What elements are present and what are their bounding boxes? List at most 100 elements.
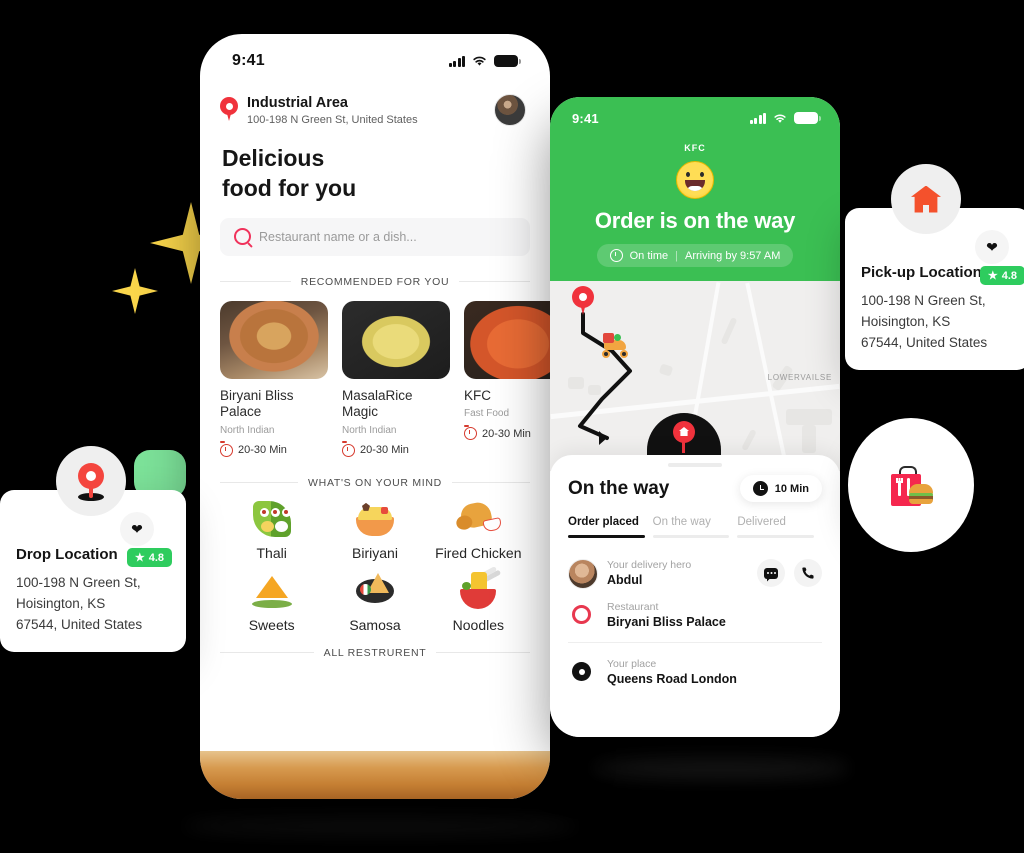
location-header[interactable]: Industrial Area 100-198 N Green St, Unit… bbox=[200, 82, 550, 130]
cuisine-label: Noodles bbox=[452, 616, 505, 633]
delivery-map[interactable]: LOWERVAILSE bbox=[550, 281, 840, 471]
cuisine-item[interactable]: Sweets bbox=[220, 571, 323, 633]
eta-text: Arriving by 9:57 AM bbox=[685, 249, 781, 262]
cuisine-item[interactable]: Biriyani bbox=[323, 499, 426, 561]
chat-button[interactable] bbox=[757, 559, 785, 587]
tab-indicator bbox=[737, 535, 815, 538]
location-title: Industrial Area bbox=[247, 95, 348, 111]
biriyani-bowl-icon bbox=[352, 499, 398, 539]
status-badge: ★ 4.8 bbox=[126, 548, 172, 567]
delivery-time-text: 20-30 Min bbox=[238, 444, 287, 457]
home-icon bbox=[891, 164, 961, 234]
sparkle-small-icon bbox=[112, 268, 158, 314]
phone-call-icon bbox=[802, 567, 814, 579]
hero-line-2: food for you bbox=[222, 175, 357, 202]
status-badge: ★ 4.8 bbox=[979, 266, 1024, 285]
search-container: Restaurant name or a dish... bbox=[200, 204, 550, 256]
restaurant-card[interactable]: KFC Fast Food 20-30 Min bbox=[463, 300, 550, 457]
cuisine-label: Sweets bbox=[248, 616, 295, 633]
tab-label: On the way bbox=[652, 516, 711, 528]
delivery-hero-row: Your delivery hero Abdul bbox=[568, 552, 822, 594]
recommended-section-header: RECOMMENDED FOR YOU bbox=[200, 276, 550, 288]
search-icon bbox=[234, 228, 251, 246]
address-line-1: 100-198 N Green St, bbox=[16, 575, 141, 590]
restaurant-image bbox=[220, 300, 328, 379]
tab-delivered[interactable]: Delivered bbox=[737, 516, 822, 538]
battery-icon bbox=[794, 112, 821, 124]
your-place-row: Your place Queens Road London bbox=[568, 651, 822, 693]
heart-icon[interactable]: ❤ bbox=[975, 230, 1009, 264]
tab-on-the-way[interactable]: On the way bbox=[652, 516, 738, 538]
cuisine-item[interactable]: Samosa bbox=[323, 571, 426, 633]
address-line-3: 67544, United States bbox=[16, 616, 143, 632]
tracking-bottom-sheet: On the way 10 Min Order placed On the wa… bbox=[550, 455, 840, 737]
cuisine-item[interactable]: Thali bbox=[220, 499, 323, 561]
clock-icon bbox=[219, 441, 233, 457]
avatar[interactable] bbox=[494, 94, 526, 127]
cuisine-label: Samosa bbox=[349, 616, 401, 633]
battery-icon bbox=[494, 55, 521, 67]
restaurant-banner-image bbox=[200, 751, 550, 799]
pickup-location-card[interactable]: ❤ ★ 4.8 Pick-up Location 100-198 N Green… bbox=[845, 164, 1024, 370]
courier-avatar bbox=[568, 559, 598, 589]
restaurant-marker-icon bbox=[568, 601, 596, 629]
address-line-3: 67544, United States bbox=[861, 334, 988, 350]
restaurant-delivery-time: 20-30 Min bbox=[463, 424, 550, 441]
mind-heading: WHAT'S ON YOUR MIND bbox=[308, 476, 442, 489]
restaurant-card[interactable]: Biryani Bliss Palace North Indian 20-30 … bbox=[219, 300, 328, 457]
recommended-heading: RECOMMENDED FOR YOU bbox=[300, 275, 450, 288]
restaurant-image bbox=[342, 300, 450, 379]
card-address: 100-198 N Green St, Hoisington, KS 67544… bbox=[861, 291, 1015, 354]
order-status-tabs: Order placed On the way Delivered bbox=[550, 502, 840, 538]
call-button[interactable] bbox=[794, 559, 822, 587]
tracking-header: 9:41 KFC Order is on the way On time | A… bbox=[550, 97, 840, 281]
divider-right bbox=[459, 281, 531, 283]
delivery-time-text: 20-30 Min bbox=[360, 444, 409, 457]
tab-order-placed[interactable]: Order placed bbox=[568, 516, 653, 538]
hero-line-1: Delicious bbox=[222, 145, 325, 172]
address-line-2: Hoisington, KS bbox=[16, 595, 106, 611]
cuisine-item[interactable]: Fired Chicken bbox=[427, 499, 530, 561]
restaurant-row: Restaurant Biryani Bliss Palace bbox=[568, 594, 822, 636]
row-key: Your delivery hero bbox=[607, 559, 692, 571]
tab-indicator bbox=[568, 535, 645, 538]
restaurant-card[interactable]: MasalaRice Magic North Indian 20-30 Min bbox=[341, 300, 450, 457]
destination-marker-icon bbox=[568, 658, 596, 686]
address-line-2: Hoisington, KS bbox=[861, 313, 951, 329]
thali-icon bbox=[249, 499, 295, 539]
eta-badge: 10 Min bbox=[739, 475, 822, 502]
origin-location-pin bbox=[572, 286, 594, 316]
divider-right bbox=[451, 482, 531, 484]
cuisine-item[interactable]: Noodles bbox=[427, 565, 530, 633]
floor-shadow bbox=[590, 758, 850, 778]
drop-location-card[interactable]: ❤ ★ 4.8 Drop Location 100-198 N Green St… bbox=[0, 446, 186, 652]
wifi-icon bbox=[473, 56, 486, 66]
tracking-headline: Order is on the way bbox=[594, 208, 796, 233]
noodles-bowl-icon bbox=[455, 565, 501, 611]
sheet-title: On the way bbox=[568, 477, 670, 499]
food-bag-burger-icon bbox=[891, 464, 933, 506]
status-bar-time: 9:41 bbox=[232, 52, 265, 69]
divider-left bbox=[220, 281, 291, 283]
restaurant-name: Biryani Bliss Palace bbox=[220, 387, 294, 420]
eta-badge-text: 10 Min bbox=[774, 482, 809, 495]
cuisine-grid: Thali Biriyani Fired Chicken Sweets Samo… bbox=[220, 499, 530, 633]
phone-home-screen: 9:41 Industrial Area 100-198 N Green St,… bbox=[200, 34, 550, 799]
cellular-signal-icon bbox=[448, 55, 465, 67]
all-restaurants-header: ALL RESTRURENT bbox=[220, 647, 531, 659]
map-pin-icon bbox=[56, 446, 126, 516]
order-detail-rows: Your delivery hero Abdul Restaurant Biry… bbox=[550, 538, 840, 636]
grinning-face-icon bbox=[676, 161, 714, 199]
heart-icon[interactable]: ❤ bbox=[120, 512, 154, 546]
search-input[interactable]: Restaurant name or a dish... bbox=[220, 217, 530, 256]
contact-actions bbox=[757, 559, 822, 587]
food-bag-badge bbox=[848, 418, 974, 552]
restaurant-category: North Indian bbox=[342, 424, 397, 436]
brand-label: KFC bbox=[684, 143, 706, 153]
location-pin-icon bbox=[220, 97, 238, 123]
row-text: Your place Queens Road London bbox=[607, 658, 822, 686]
status-text: On time bbox=[629, 249, 669, 262]
card-address: 100-198 N Green St, Hoisington, KS 67544… bbox=[16, 573, 170, 636]
status-bar: 9:41 bbox=[550, 97, 840, 131]
tab-label: Delivered bbox=[737, 516, 786, 528]
